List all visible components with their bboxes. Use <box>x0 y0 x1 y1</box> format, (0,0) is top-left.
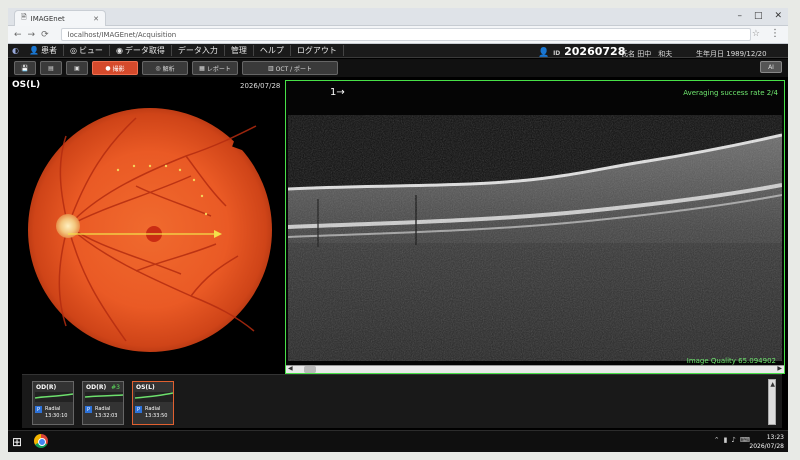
analysis-button[interactable]: ◎ 解析 <box>142 61 188 75</box>
oct-bscan-image[interactable] <box>288 115 782 361</box>
speckle-noise <box>288 115 782 361</box>
screen: 🗎 IMAGEnet ✕ – □ ✕ ← → ⟳ localhost/IMAGE… <box>8 8 788 452</box>
print-button[interactable]: ▤ <box>40 61 62 75</box>
network-icon[interactable]: ▮ <box>724 436 728 444</box>
browser-menu-icon[interactable]: ⋮ <box>770 28 780 39</box>
fundus-panel: OS(L) 2026/07/28 <box>8 78 284 368</box>
menu-view[interactable]: ◎ ビュー <box>64 45 110 56</box>
menu-acquisition[interactable]: ◉ データ取得 <box>110 45 172 56</box>
thumbnail-scan-preview <box>35 392 73 402</box>
tray-arrow-icon[interactable]: ⌃ <box>714 436 720 444</box>
eye-label: OS(L) <box>12 80 41 90</box>
minimize-icon[interactable]: – <box>737 11 742 21</box>
scroll-left-icon[interactable]: ◀ <box>288 365 293 372</box>
close-tab-icon[interactable]: ✕ <box>93 15 99 23</box>
oct-scrollbar[interactable]: ◀ ▶ <box>286 365 784 373</box>
thumbnail-od-2[interactable]: OD(R) #3 P Radial 13:32:03 <box>82 381 124 425</box>
chrome-icon[interactable] <box>34 434 48 448</box>
url-field[interactable]: localhost/IMAGEnet/Acquisition <box>60 28 751 41</box>
export-button[interactable]: ▣ <box>66 61 88 75</box>
averaging-rate: Averaging success rate 2/4 <box>683 89 778 97</box>
windows-taskbar: ⊞ ⌃ ▮ ♪ ⌨ 13:23 2026/07/28 <box>8 430 788 452</box>
protocol-icon: P <box>35 406 42 413</box>
image-quality: Image Quality 65.094902 <box>686 357 776 365</box>
menu-logout[interactable]: ログアウト <box>291 45 344 56</box>
scroll-up-icon[interactable]: ▲ <box>770 381 775 388</box>
monitor-bezel: 🗎 IMAGEnet ✕ – □ ✕ ← → ⟳ localhost/IMAGE… <box>0 0 800 460</box>
volume-icon[interactable]: ♪ <box>731 436 735 444</box>
save-button[interactable]: 💾 <box>14 61 36 75</box>
capture-button[interactable]: ● 撮影 <box>92 61 138 75</box>
maximize-icon[interactable]: □ <box>754 11 763 21</box>
window-controls: – □ ✕ <box>737 11 782 21</box>
browser-tabbar: 🗎 IMAGEnet ✕ – □ ✕ <box>8 8 788 26</box>
report-button[interactable]: ▦ レポート <box>192 61 238 75</box>
app-favicon-icon: 🗎 <box>21 13 27 21</box>
thumbnail-strip: OD(R) P Radial 13:30:10 OD(R) #3 P Radia… <box>22 374 782 428</box>
oct-mode-button[interactable]: ▥ OCT / ポート <box>242 61 338 75</box>
system-tray: ⌃ ▮ ♪ ⌨ <box>714 436 750 444</box>
patient-dob: 生年月日 1989/12/20 <box>696 50 767 58</box>
oct-icon: ▥ <box>267 64 274 72</box>
save-icon: 💾 <box>21 64 29 72</box>
view-menu-icon: ◎ <box>69 46 77 55</box>
bookmark-star-icon[interactable]: ☆ <box>752 29 760 39</box>
patient-icon: 👤 <box>538 48 550 58</box>
thumbnail-scan-preview <box>85 392 123 402</box>
close-window-icon[interactable]: ✕ <box>774 11 782 21</box>
camera-menu-icon: ◉ <box>115 46 123 55</box>
app-toolbar: 💾 ▤ ▣ ● 撮影 ◎ 解析 ▦ レポート ▥ OCT / ポート <box>8 59 788 77</box>
taskbar-clock[interactable]: 13:23 2026/07/28 <box>749 433 784 451</box>
protocol-icon: P <box>135 406 142 413</box>
patient-menu-icon: 👤 <box>28 46 39 55</box>
windows-start-icon[interactable]: ⊞ <box>12 435 22 449</box>
analysis-icon: ◎ <box>155 64 161 72</box>
scrollbar-thumb[interactable] <box>304 366 316 373</box>
scroll-right-icon[interactable]: ▶ <box>777 365 782 372</box>
forward-icon[interactable]: → <box>28 30 36 40</box>
browser-tab-title: IMAGEnet <box>30 14 65 23</box>
thumbnail-os-selected[interactable]: OS(L) P Radial 13:33:50 <box>132 381 174 425</box>
export-icon: ▣ <box>74 64 80 72</box>
patient-name: 氏名 田中 和夫 <box>621 50 673 58</box>
back-icon[interactable]: ← <box>14 30 22 40</box>
capture-icon: ● <box>105 64 111 72</box>
report-icon: ▦ <box>199 64 205 72</box>
menu-patient[interactable]: 👤 患者 <box>23 45 64 56</box>
patient-id: 👤 ID 20260728 <box>538 45 626 58</box>
thumbnail-od-1[interactable]: OD(R) P Radial 13:30:10 <box>32 381 74 425</box>
menu-data-entry[interactable]: データ入力 <box>172 45 225 56</box>
menu-help[interactable]: ヘルプ <box>254 45 291 56</box>
browser-addressbar: ← → ⟳ localhost/IMAGEnet/Acquisition ☆ ⋮ <box>8 26 788 44</box>
app-logo-icon: ◐ <box>12 46 19 55</box>
thumbnail-scan-preview <box>135 392 173 402</box>
oct-scan-marker: 1→ <box>330 87 345 98</box>
reload-icon[interactable]: ⟳ <box>41 30 49 40</box>
protocol-icon: P <box>85 406 92 413</box>
menu-admin[interactable]: 管理 <box>225 45 254 56</box>
browser-tab[interactable]: 🗎 IMAGEnet ✕ <box>14 10 106 26</box>
fundus-date: 2026/07/28 <box>240 82 281 90</box>
print-icon: ▤ <box>48 64 54 72</box>
ai-button[interactable]: AI <box>760 61 782 73</box>
oct-panel: 1→ Averaging success rate 2/4 Image Qual… <box>285 80 785 374</box>
fundus-image[interactable] <box>26 106 274 354</box>
